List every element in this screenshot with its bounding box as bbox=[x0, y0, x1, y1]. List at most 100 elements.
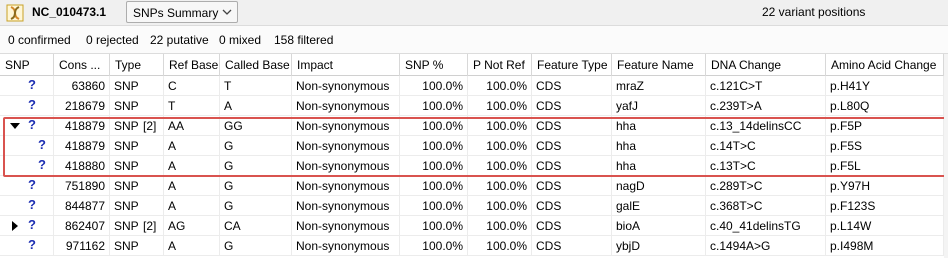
snp-pct-cell: 100.0% bbox=[400, 216, 468, 236]
header-called-base-col[interactable]: Called Base bbox=[220, 54, 292, 76]
ref-base-cell: AA bbox=[164, 116, 220, 136]
amino-acid-change-cell: p.Y97H bbox=[826, 176, 944, 196]
snp-cell: ? bbox=[0, 76, 54, 96]
dna-change-cell: c.40_41delinsTG bbox=[706, 216, 826, 236]
header-cons-col[interactable]: Cons ... bbox=[54, 54, 110, 76]
table-row[interactable]: ? 218679 SNP T A Non-synonymous 100.0% 100.0% CD… bbox=[0, 96, 948, 116]
called-base-cell: CA bbox=[220, 216, 292, 236]
putative-status-icon[interactable]: ? bbox=[38, 157, 46, 172]
snp-pct-cell: 100.0% bbox=[400, 96, 468, 116]
amino-acid-change-cell: p.F123S bbox=[826, 196, 944, 216]
putative-status-icon[interactable]: ? bbox=[38, 137, 46, 152]
table-row[interactable]: ? 63860 SNP C T Non-synonymous 100.0% 100.0% CDS… bbox=[0, 76, 948, 96]
header-p-not-ref-col[interactable]: P Not Ref bbox=[468, 54, 532, 76]
impact-cell: Non-synonymous bbox=[292, 216, 400, 236]
p-not-ref-cell: 100.0% bbox=[468, 96, 532, 116]
putative-status-icon[interactable]: ? bbox=[28, 217, 36, 232]
snp-pct-cell: 100.0% bbox=[400, 136, 468, 156]
header-dna-change-col[interactable]: DNA Change bbox=[706, 54, 826, 76]
p-not-ref-cell: 100.0% bbox=[468, 216, 532, 236]
filtered-count: 158 filtered bbox=[274, 33, 334, 47]
header-feature-type-col[interactable]: Feature Type bbox=[532, 54, 612, 76]
type-label: SNP bbox=[114, 99, 139, 113]
called-base-cell: G bbox=[220, 236, 292, 256]
impact-cell: Non-synonymous bbox=[292, 176, 400, 196]
type-label: SNP bbox=[114, 119, 139, 133]
table-row[interactable]: ? 418879 SNP A G Non-synonymous 100.0% 100.0% CD… bbox=[0, 136, 948, 156]
impact-cell: Non-synonymous bbox=[292, 96, 400, 116]
variant-group-count: [2] bbox=[143, 119, 157, 133]
table-row[interactable]: ? 418880 SNP A G Non-synonymous 100.0% 100.0% CD… bbox=[0, 156, 948, 176]
header-feature-name-col[interactable]: Feature Name bbox=[612, 54, 706, 76]
snp-cell: ? bbox=[0, 136, 54, 156]
cons-cell: 418880 bbox=[54, 156, 110, 176]
snp-cell: ? bbox=[0, 176, 54, 196]
expand-triangle-icon[interactable] bbox=[12, 221, 18, 231]
table-row[interactable]: ? 418879 SNP [2] AA GG Non-synonymous 100.0% 100… bbox=[0, 116, 948, 136]
feature-name-cell: galE bbox=[612, 196, 706, 216]
table-row[interactable]: ? 751890 SNP A G Non-synonymous 100.0% 100.0% CD… bbox=[0, 176, 948, 196]
feature-name-cell: ybjD bbox=[612, 236, 706, 256]
type-label: SNP bbox=[114, 159, 139, 173]
feature-name-cell: bioA bbox=[612, 216, 706, 236]
p-not-ref-cell: 100.0% bbox=[468, 116, 532, 136]
ref-base-cell: AG bbox=[164, 216, 220, 236]
table-row[interactable]: ? 862407 SNP [2] AG CA Non-synonymous 100.0% 100… bbox=[0, 216, 948, 236]
putative-count: 22 putative bbox=[150, 33, 209, 47]
putative-status-icon[interactable]: ? bbox=[28, 197, 36, 212]
p-not-ref-cell: 100.0% bbox=[468, 176, 532, 196]
putative-status-icon[interactable]: ? bbox=[28, 237, 36, 252]
feature-type-cell: CDS bbox=[532, 136, 612, 156]
p-not-ref-cell: 100.0% bbox=[468, 196, 532, 216]
type-cell: SNP [2] bbox=[110, 116, 164, 136]
rejected-count: 0 rejected bbox=[86, 33, 139, 47]
type-cell: SNP bbox=[110, 76, 164, 96]
snp-pct-cell: 100.0% bbox=[400, 156, 468, 176]
type-label: SNP bbox=[114, 199, 139, 213]
header-type-col[interactable]: Type bbox=[110, 54, 164, 76]
snp-pct-cell: 100.0% bbox=[400, 76, 468, 96]
ref-base-cell: T bbox=[164, 96, 220, 116]
called-base-cell: G bbox=[220, 196, 292, 216]
type-label: SNP bbox=[114, 139, 139, 153]
type-cell: SNP bbox=[110, 156, 164, 176]
snp-cell: ? bbox=[0, 236, 54, 256]
called-base-cell: A bbox=[220, 96, 292, 116]
header-amino-acid-change-col[interactable]: Amino Acid Change bbox=[826, 54, 944, 76]
table-row[interactable]: ? 844877 SNP A G Non-synonymous 100.0% 100.0% CD… bbox=[0, 196, 948, 216]
putative-status-icon[interactable]: ? bbox=[28, 97, 36, 112]
cons-cell: 971162 bbox=[54, 236, 110, 256]
ref-base-cell: A bbox=[164, 236, 220, 256]
header-impact-col[interactable]: Impact bbox=[292, 54, 400, 76]
putative-status-icon[interactable]: ? bbox=[28, 177, 36, 192]
dna-change-cell: c.13T>C bbox=[706, 156, 826, 176]
vertical-scrollbar[interactable] bbox=[944, 54, 948, 258]
header-ref-base-col[interactable]: Ref Base bbox=[164, 54, 220, 76]
putative-status-icon[interactable]: ? bbox=[28, 117, 36, 132]
p-not-ref-cell: 100.0% bbox=[468, 76, 532, 96]
called-base-cell: GG bbox=[220, 116, 292, 136]
header-snp-pct-col[interactable]: SNP % bbox=[400, 54, 468, 76]
cons-cell: 218679 bbox=[54, 96, 110, 116]
table-row[interactable]: ? 971162 SNP A G Non-synonymous 100.0% 100.0% CD… bbox=[0, 236, 948, 256]
sequence-name: NC_010473.1 bbox=[32, 5, 107, 19]
feature-type-cell: CDS bbox=[532, 216, 612, 236]
dna-change-cell: c.368T>C bbox=[706, 196, 826, 216]
amino-acid-change-cell: p.F5P bbox=[826, 116, 944, 136]
header-snp-col[interactable]: SNP bbox=[0, 54, 54, 76]
collapse-triangle-icon[interactable] bbox=[10, 123, 20, 129]
type-label: SNP bbox=[114, 239, 139, 253]
type-label: SNP bbox=[114, 179, 139, 193]
putative-status-icon[interactable]: ? bbox=[28, 77, 36, 92]
feature-name-cell: hha bbox=[612, 156, 706, 176]
called-base-cell: G bbox=[220, 136, 292, 156]
snp-pct-cell: 100.0% bbox=[400, 236, 468, 256]
feature-type-cell: CDS bbox=[532, 236, 612, 256]
type-label: SNP bbox=[114, 79, 139, 93]
cons-cell: 418879 bbox=[54, 136, 110, 156]
confirmed-count: 0 confirmed bbox=[8, 33, 71, 47]
feature-type-cell: CDS bbox=[532, 176, 612, 196]
type-cell: SNP bbox=[110, 236, 164, 256]
feature-name-cell: mraZ bbox=[612, 76, 706, 96]
view-select[interactable]: SNPs Summary bbox=[126, 1, 238, 23]
